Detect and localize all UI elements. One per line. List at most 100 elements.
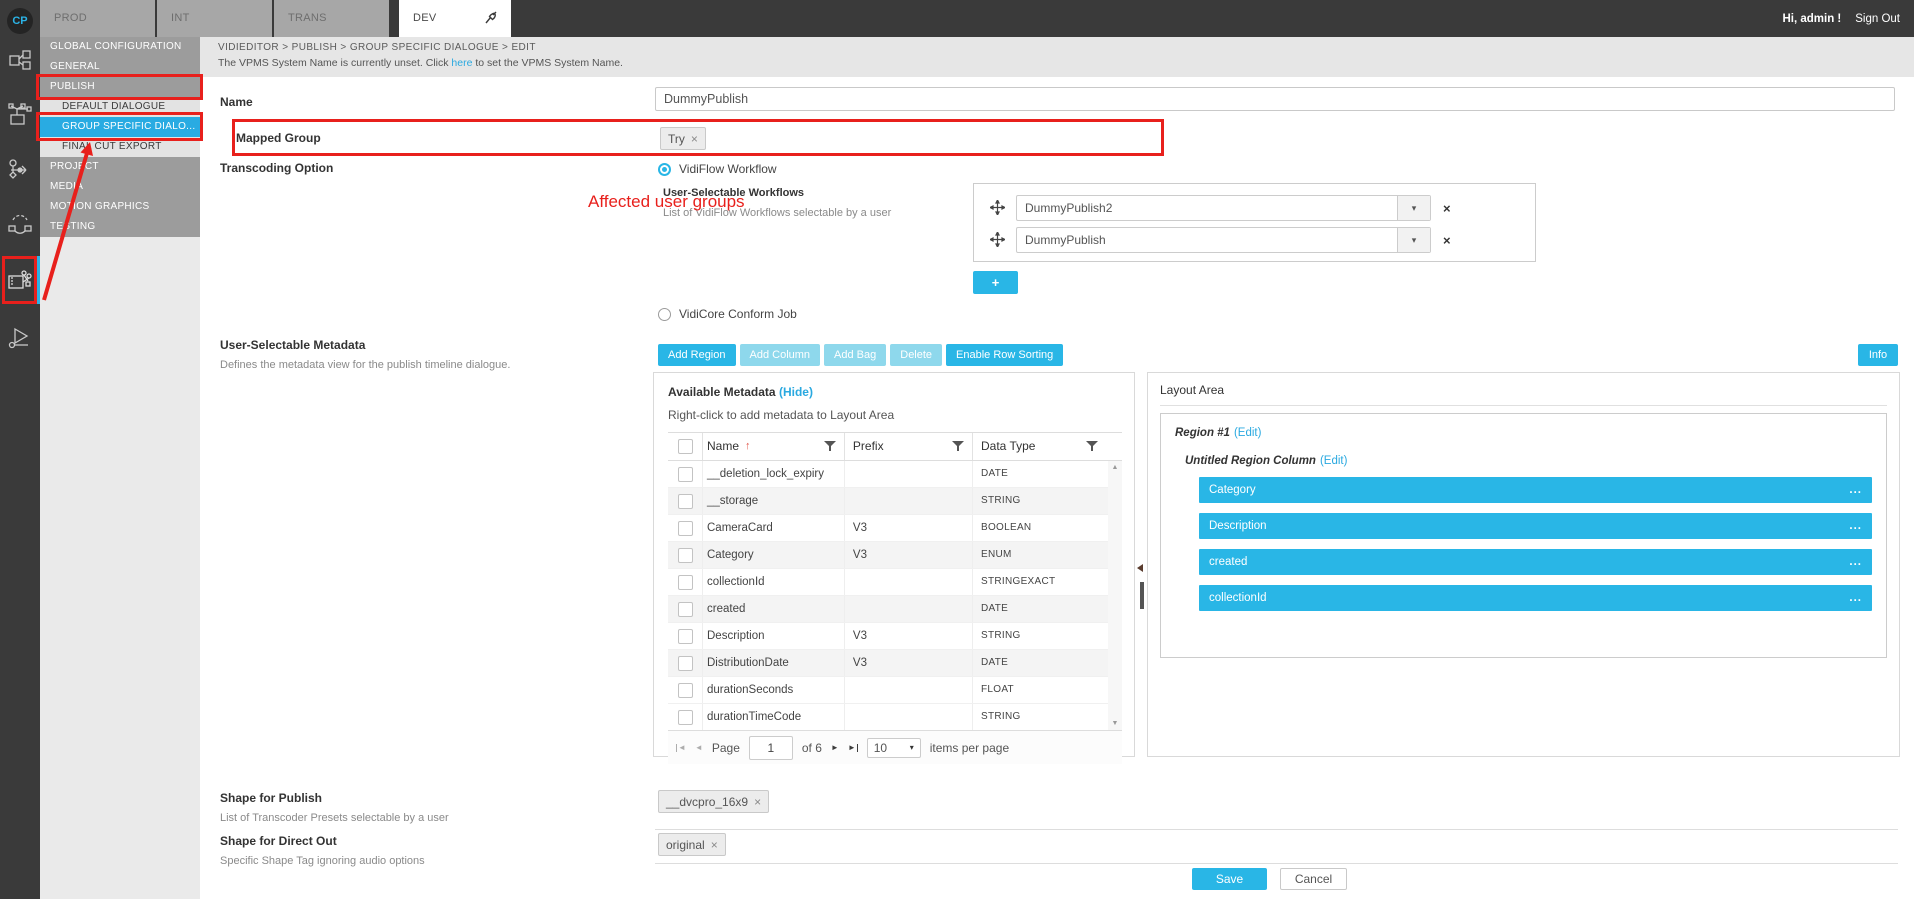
page-number-input[interactable] [749, 736, 793, 760]
collaboration-icon[interactable] [7, 211, 33, 237]
nav-project[interactable]: PROJECT [40, 157, 200, 177]
cancel-button[interactable]: Cancel [1280, 868, 1347, 890]
nav-media[interactable]: MEDIA [40, 177, 200, 197]
table-row[interactable]: DistributionDateV3DATE [668, 650, 1122, 677]
select-all-checkbox[interactable] [678, 439, 693, 454]
layout-field[interactable]: Category... [1199, 477, 1872, 503]
splitter-handle[interactable] [1140, 582, 1144, 609]
workflow-icon[interactable] [7, 157, 33, 183]
add-workflow-button[interactable]: + [973, 271, 1018, 294]
drag-handle-icon[interactable] [990, 232, 1006, 248]
table-row[interactable]: DescriptionV3STRING [668, 623, 1122, 650]
assets-cubes-icon[interactable] [7, 47, 33, 73]
workflow-remove-icon[interactable]: × [1443, 233, 1451, 248]
region-edit-link[interactable]: (Edit) [1234, 427, 1261, 439]
col-name[interactable]: Name [707, 433, 739, 460]
field-options-icon[interactable]: ... [1849, 556, 1862, 568]
add-column-button[interactable]: Add Column [740, 344, 821, 366]
sign-out-link[interactable]: Sign Out [1855, 13, 1900, 25]
filter-icon[interactable] [952, 441, 964, 452]
layout-field[interactable]: Description... [1199, 513, 1872, 539]
table-row[interactable]: CameraCardV3BOOLEAN [668, 515, 1122, 542]
shape-direct-field[interactable]: original× [658, 833, 726, 856]
plug-icon[interactable] [483, 10, 499, 26]
radio-selected-icon[interactable] [658, 163, 671, 176]
table-row[interactable]: CategoryV3ENUM [668, 542, 1122, 569]
last-page-icon[interactable]: ► [848, 744, 858, 752]
tab-prod[interactable]: PROD [40, 0, 155, 37]
workflow-select[interactable]: DummyPublish ▾ [1016, 227, 1431, 253]
nav-publish[interactable]: PUBLISH [40, 77, 200, 97]
row-checkbox[interactable] [678, 548, 693, 563]
col-prefix[interactable]: Prefix [853, 433, 884, 460]
table-row[interactable]: createdDATE [668, 596, 1122, 623]
tab-dev[interactable]: DEV [399, 0, 511, 37]
layout-field[interactable]: collectionId... [1199, 585, 1872, 611]
mapped-group-field[interactable]: Try× [660, 127, 706, 150]
add-region-button[interactable]: Add Region [658, 344, 736, 366]
filter-icon[interactable] [1086, 441, 1098, 452]
row-checkbox[interactable] [678, 494, 693, 509]
row-checkbox[interactable] [678, 710, 693, 725]
workflow-remove-icon[interactable]: × [1443, 201, 1451, 216]
field-options-icon[interactable]: ... [1849, 592, 1862, 604]
field-options-icon[interactable]: ... [1849, 520, 1862, 532]
radio-vidicore-conform-job[interactable]: VidiCore Conform Job [658, 307, 797, 321]
row-checkbox[interactable] [678, 575, 693, 590]
column-edit-link[interactable]: (Edit) [1320, 455, 1347, 467]
scroll-down-icon[interactable]: ▼ [1108, 720, 1122, 727]
row-checkbox[interactable] [678, 629, 693, 644]
editor-icon[interactable] [7, 267, 33, 293]
info-button[interactable]: Info [1858, 344, 1898, 366]
name-input[interactable] [655, 87, 1895, 111]
table-row[interactable]: __deletion_lock_expiryDATE [668, 461, 1122, 488]
first-page-icon[interactable]: ◄ [676, 744, 686, 752]
nav-group-specific-dialogue[interactable]: GROUP SPECIFIC DIALO... [40, 117, 200, 137]
scroll-up-icon[interactable]: ▲ [1108, 464, 1122, 471]
radio-unselected-icon[interactable] [658, 308, 671, 321]
delete-button[interactable]: Delete [890, 344, 942, 366]
radio-vidiflow-workflow[interactable]: VidiFlow Workflow [658, 162, 777, 176]
field-options-icon[interactable]: ... [1849, 484, 1862, 496]
nav-default-dialogue[interactable]: DEFAULT DIALOGUE [40, 97, 200, 117]
filter-icon[interactable] [824, 441, 836, 452]
row-checkbox[interactable] [678, 656, 693, 671]
row-checkbox[interactable] [678, 683, 693, 698]
table-row[interactable]: durationTimeCodeSTRING [668, 704, 1122, 730]
nav-general[interactable]: GENERAL [40, 57, 200, 77]
row-checkbox[interactable] [678, 467, 693, 482]
row-checkbox[interactable] [678, 602, 693, 617]
next-page-icon[interactable]: ► [831, 744, 839, 752]
hide-link[interactable]: (Hide) [779, 385, 813, 399]
add-bag-button[interactable]: Add Bag [824, 344, 886, 366]
drag-handle-icon[interactable] [990, 200, 1006, 216]
nav-final-cut-export[interactable]: FINAL CUT EXPORT [40, 137, 200, 157]
publish-icon[interactable] [7, 325, 33, 351]
table-row[interactable]: durationSecondsFLOAT [668, 677, 1122, 704]
table-row[interactable]: __storageSTRING [668, 488, 1122, 515]
save-button[interactable]: Save [1192, 868, 1267, 890]
table-scrollbar[interactable]: ▲ ▼ [1108, 461, 1122, 730]
shape-publish-field[interactable]: __dvcpro_16x9× [658, 790, 769, 813]
chip-remove-icon[interactable]: × [691, 133, 698, 145]
workflow-select[interactable]: DummyPublish2 ▾ [1016, 195, 1431, 221]
layout-field[interactable]: created... [1199, 549, 1872, 575]
nav-global-configuration[interactable]: GLOBAL CONFIGURATION [40, 37, 200, 57]
row-checkbox[interactable] [678, 521, 693, 536]
tab-int[interactable]: INT [157, 0, 272, 37]
items-per-page-select[interactable]: 10 ▾ [867, 738, 921, 758]
enable-row-sorting-button[interactable]: Enable Row Sorting [946, 344, 1063, 366]
col-data-type[interactable]: Data Type [981, 433, 1035, 460]
chip-remove-icon[interactable]: × [754, 796, 761, 808]
chevron-down-icon[interactable]: ▾ [1397, 196, 1430, 220]
vpms-here-link[interactable]: here [451, 57, 472, 69]
topology-icon[interactable] [7, 102, 33, 128]
nav-testing[interactable]: TESTING [40, 217, 200, 237]
tab-trans[interactable]: TRANS [274, 0, 389, 37]
prev-page-icon[interactable]: ◄ [695, 744, 703, 752]
table-row[interactable]: collectionIdSTRINGEXACT [668, 569, 1122, 596]
chevron-down-icon[interactable]: ▾ [1397, 228, 1430, 252]
cp-logo[interactable]: CP [7, 8, 33, 34]
nav-motion-graphics[interactable]: MOTION GRAPHICS [40, 197, 200, 217]
collapse-pane-icon[interactable] [1137, 564, 1143, 572]
